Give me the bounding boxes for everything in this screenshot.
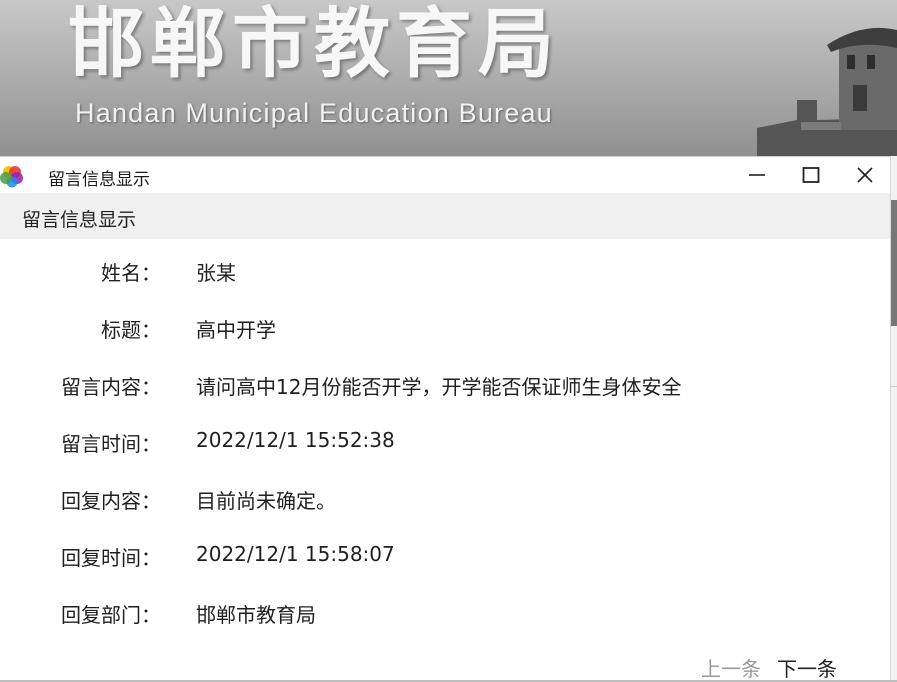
background-page-edge: [891, 156, 897, 680]
field-row-reply-time: 回复时间： 2022/12/1 15:58:07: [0, 542, 890, 572]
maximize-button[interactable]: [784, 157, 838, 193]
banner-title: 邯郸市教育局: [68, 0, 560, 88]
dialog-header: 留言信息显示: [0, 193, 890, 239]
field-row-message-content: 留言内容： 请问高中12月份能否开学，开学能否保证师生身体安全: [0, 371, 890, 401]
field-row-title: 标题： 高中开学: [0, 314, 890, 344]
field-value: 2022/12/1 15:52:38: [196, 428, 395, 452]
window-titlebar[interactable]: 留言信息显示: [0, 157, 890, 193]
field-label: 回复部门：: [61, 603, 161, 627]
message-detail-window: 留言信息显示 留言信息显示 姓名： 张某 标题： 高中开学 留言内容： 请问高中…: [0, 156, 891, 682]
field-row-message-time: 留言时间： 2022/12/1 15:52:38: [0, 428, 890, 458]
field-value: 张某: [196, 261, 236, 285]
next-message-link[interactable]: 下一条: [777, 653, 837, 682]
field-value: 请问高中12月份能否开学，开学能否保证师生身体安全: [196, 375, 682, 399]
window-title: 留言信息显示: [48, 170, 150, 190]
field-value: 高中开学: [196, 318, 276, 342]
minimize-icon: [749, 174, 765, 176]
field-label: 留言时间：: [61, 432, 161, 456]
close-button[interactable]: [838, 157, 892, 193]
dialog-header-title: 留言信息显示: [22, 209, 137, 231]
website-banner: 邯郸市教育局 Handan Municipal Education Bureau: [0, 0, 897, 160]
field-value: 邯郸市教育局: [196, 603, 316, 627]
field-label: 标题：: [101, 318, 161, 342]
maximize-icon: [802, 167, 820, 183]
great-wall-image: [757, 27, 897, 160]
previous-message-link[interactable]: 上一条: [701, 653, 761, 682]
close-icon: [857, 167, 873, 183]
field-label: 留言内容：: [61, 375, 161, 399]
field-label: 回复内容：: [61, 489, 161, 513]
app-icon: [0, 166, 23, 188]
field-row-reply-content: 回复内容： 目前尚未确定。: [0, 485, 890, 515]
field-row-name: 姓名： 张某: [0, 257, 890, 287]
field-label: 姓名：: [101, 261, 161, 285]
field-value: 2022/12/1 15:58:07: [196, 542, 395, 566]
banner-subtitle: Handan Municipal Education Bureau: [75, 98, 553, 128]
field-label: 回复时间：: [61, 546, 161, 570]
field-row-reply-department: 回复部门： 邯郸市教育局: [0, 599, 890, 629]
field-value: 目前尚未确定。: [196, 489, 336, 513]
minimize-button[interactable]: [730, 157, 784, 193]
